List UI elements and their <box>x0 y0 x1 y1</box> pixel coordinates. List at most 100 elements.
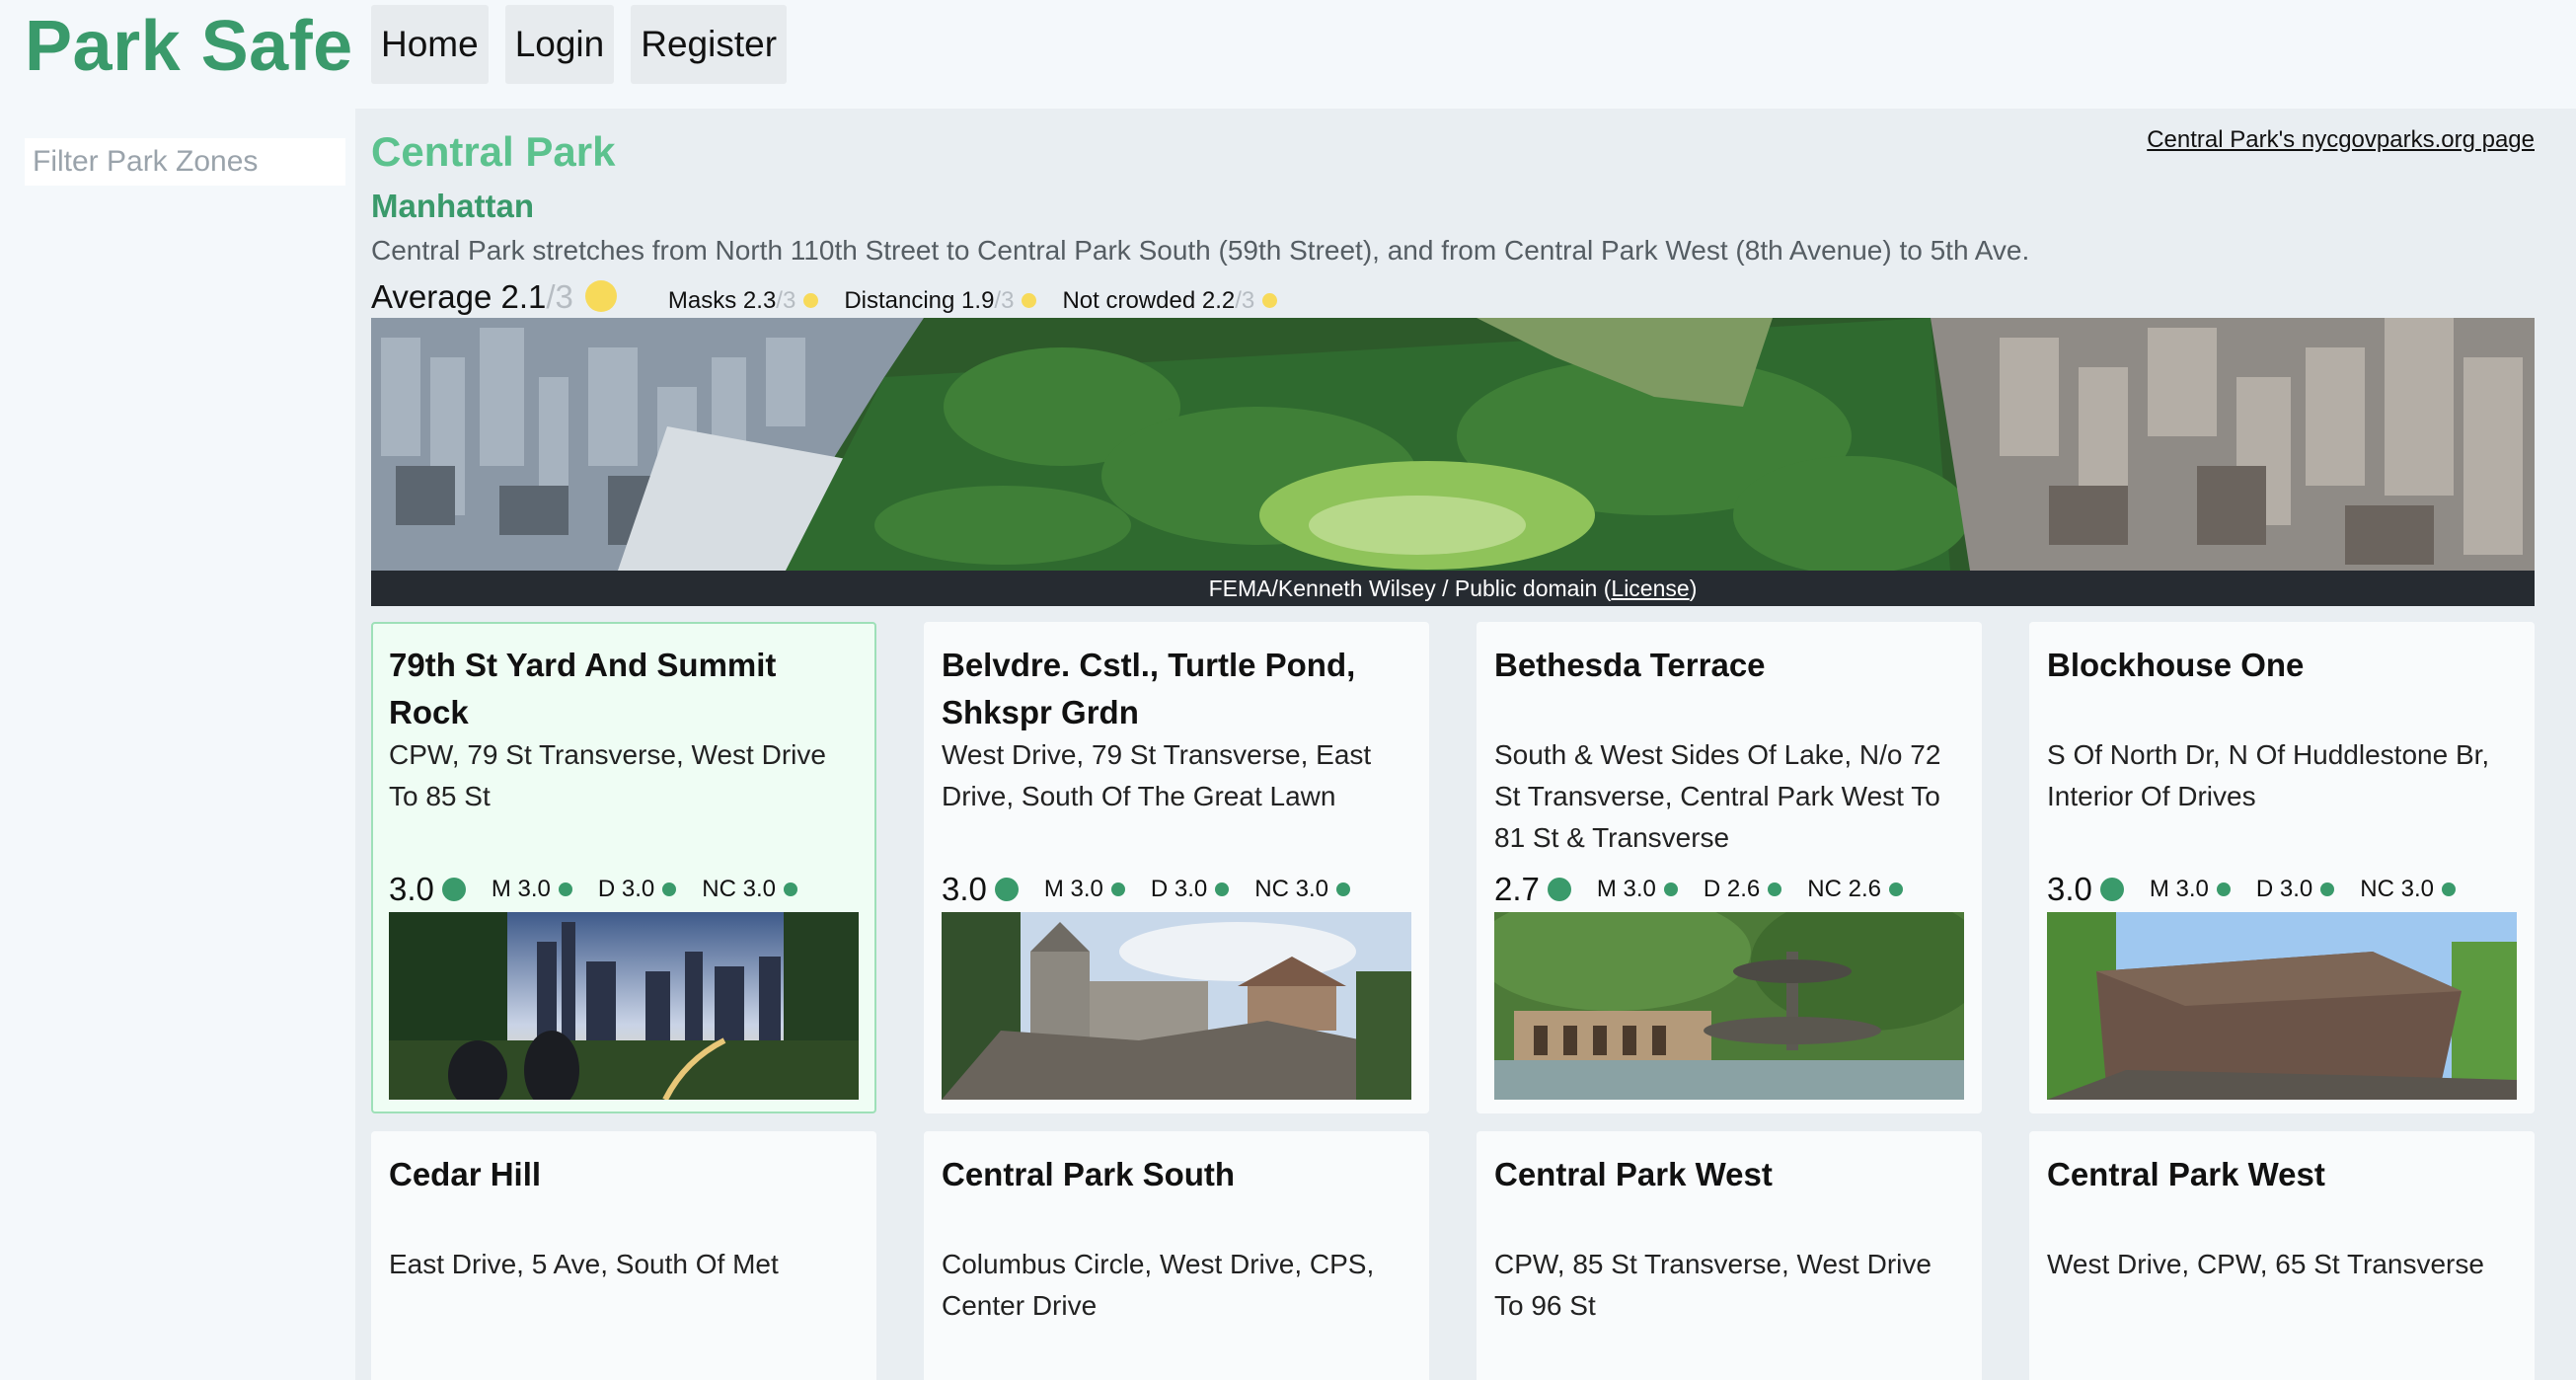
nav-register[interactable]: Register <box>631 5 788 84</box>
average-value: 2.1 <box>500 278 547 315</box>
zone-not-crowded-dot <box>783 882 797 896</box>
not-crowded-status-dot <box>1262 293 1278 308</box>
zone-not-crowded-dot <box>2441 882 2456 896</box>
zone-not-crowded-dot <box>1888 882 1903 896</box>
zone-distancing: D 2.6 <box>1703 876 1761 902</box>
zone-distancing: D 3.0 <box>597 876 655 902</box>
credit-text: FEMA/Kenneth Wilsey / Public domain ( <box>1208 575 1612 601</box>
zone-masks-dot <box>1663 882 1678 896</box>
zone-address: West Drive, 79 St Transverse, East Drive… <box>942 739 1372 811</box>
zone-distancing-dot <box>662 882 677 896</box>
park-description: Central Park stretches from North 110th … <box>371 235 2030 266</box>
zone-image <box>1494 912 1964 1100</box>
zone-card[interactable]: Belvdre. Cstl., Turtle Pond, Shkspr Grdn… <box>924 622 1429 1113</box>
not-crowded-label: Not crowded <box>1062 287 1196 314</box>
license-link[interactable]: License <box>1611 575 1689 601</box>
zone-title: Blockhouse One <box>2047 647 2305 683</box>
park-hero-image <box>371 318 2535 571</box>
masks-rating: Masks 2.3/3 <box>667 287 819 315</box>
average-max: /3 <box>546 278 573 315</box>
zone-address: Columbus Circle, West Drive, CPS, Center… <box>942 1249 1375 1321</box>
zone-score: 3.0 <box>2047 871 2092 907</box>
zone-title: 79th St Yard And Summit Rock <box>389 647 777 730</box>
park-panel: Central Park Central Park's nycgovparks.… <box>355 109 2576 1380</box>
park-title: Central Park <box>371 128 616 175</box>
zone-distancing-dot <box>1768 882 1782 896</box>
distancing-label: Distancing <box>844 287 955 314</box>
park-ratings: Average 2.1/3 Masks 2.3/3 Distancing 1.9… <box>371 276 1278 316</box>
average-status-dot <box>584 280 617 312</box>
zone-title: Cedar Hill <box>389 1156 542 1192</box>
zone-score: 2.7 <box>1494 871 1540 907</box>
zone-ratings: 2.7 M 3.0 D 2.6 NC 2.6 <box>1494 871 1903 908</box>
zone-score-dot <box>1547 878 1571 901</box>
filter-park-zones-input[interactable] <box>25 138 345 186</box>
zone-address: S Of North Dr, N Of Huddlestone Br, Inte… <box>2047 739 2490 811</box>
zone-grid: 79th St Yard And Summit Rock CPW, 79 St … <box>371 622 2535 1380</box>
zone-score-dot <box>994 878 1019 901</box>
nav-home[interactable]: Home <box>371 5 489 84</box>
not-crowded-rating: Not crowded 2.2/3 <box>1062 287 1278 315</box>
zone-title: Central Park West <box>1494 1156 1773 1192</box>
zone-ratings: 3.0 M 3.0 D 3.0 NC 3.0 <box>2047 871 2456 908</box>
zone-score: 3.0 <box>389 871 434 907</box>
zone-not-crowded: NC 2.6 <box>1807 876 1881 902</box>
zone-title: Central Park South <box>942 1156 1236 1192</box>
distancing-status-dot <box>1022 293 1037 308</box>
zone-not-crowded: NC 3.0 <box>2360 876 2434 902</box>
masks-value: 2.3 <box>742 287 777 314</box>
zone-score-dot <box>441 878 466 901</box>
zone-card[interactable]: Bethesda Terrace South & West Sides Of L… <box>1477 622 1982 1113</box>
zone-address: West Drive, CPW, 65 St Transverse <box>2047 1249 2484 1279</box>
zone-address: CPW, 85 St Transverse, West Drive To 96 … <box>1494 1249 1932 1321</box>
zone-not-crowded: NC 3.0 <box>702 876 776 902</box>
image-credit: FEMA/Kenneth Wilsey / Public domain (Lic… <box>371 571 2535 606</box>
zone-masks: M 3.0 <box>491 876 551 902</box>
not-crowded-value: 2.2 <box>1201 287 1236 314</box>
zone-image <box>2047 912 2517 1100</box>
average-rating: Average 2.1/3 <box>371 276 617 316</box>
zone-masks: M 3.0 <box>1596 876 1656 902</box>
park-borough: Manhattan <box>371 188 534 224</box>
nav-login[interactable]: Login <box>504 5 615 84</box>
main-nav: Home Login Register <box>371 5 788 84</box>
zone-card[interactable]: Central Park West CPW, 85 St Transverse,… <box>1477 1131 1982 1380</box>
zone-title: Bethesda Terrace <box>1494 647 1766 683</box>
zone-distancing: D 3.0 <box>1150 876 1208 902</box>
masks-max: /3 <box>776 287 796 314</box>
park-website-link[interactable]: Central Park's nycgovparks.org page <box>2147 126 2535 154</box>
zone-title: Central Park West <box>2047 1156 2325 1192</box>
zone-ratings: 3.0 M 3.0 D 3.0 NC 3.0 <box>389 871 797 908</box>
zone-masks: M 3.0 <box>1043 876 1103 902</box>
app-logo[interactable]: Park Safe <box>25 6 353 87</box>
zone-card[interactable]: Central Park South Columbus Circle, West… <box>924 1131 1429 1380</box>
zone-masks-dot <box>2216 882 2231 896</box>
zone-image <box>942 912 1411 1100</box>
zone-score: 3.0 <box>942 871 987 907</box>
zone-card[interactable]: Cedar Hill East Drive, 5 Ave, South Of M… <box>371 1131 876 1380</box>
zone-not-crowded: NC 3.0 <box>1254 876 1328 902</box>
zone-score-dot <box>2099 878 2124 901</box>
zone-address: CPW, 79 St Transverse, West Drive To 85 … <box>389 739 826 811</box>
credit-close: ) <box>1689 575 1698 601</box>
zone-title: Belvdre. Cstl., Turtle Pond, Shkspr Grdn <box>942 647 1356 730</box>
zone-ratings: 3.0 M 3.0 D 3.0 NC 3.0 <box>942 871 1350 908</box>
zone-card[interactable]: Blockhouse One S Of North Dr, N Of Huddl… <box>2029 622 2535 1113</box>
zone-masks: M 3.0 <box>2149 876 2209 902</box>
zone-address: East Drive, 5 Ave, South Of Met <box>389 1249 779 1279</box>
zone-card[interactable]: 79th St Yard And Summit Rock CPW, 79 St … <box>371 622 876 1113</box>
distancing-rating: Distancing 1.9/3 <box>844 287 1037 315</box>
zone-distancing-dot <box>2320 882 2335 896</box>
zone-masks-dot <box>558 882 572 896</box>
zone-image <box>389 912 859 1100</box>
zone-masks-dot <box>1110 882 1125 896</box>
masks-label: Masks <box>667 287 737 314</box>
zone-distancing: D 3.0 <box>2255 876 2313 902</box>
distancing-value: 1.9 <box>961 287 995 314</box>
zone-not-crowded-dot <box>1335 882 1350 896</box>
zone-address: South & West Sides Of Lake, N/o 72 St Tr… <box>1494 739 1941 853</box>
zone-card[interactable]: Central Park West West Drive, CPW, 65 St… <box>2029 1131 2535 1380</box>
not-crowded-max: /3 <box>1235 287 1255 314</box>
zone-distancing-dot <box>1215 882 1230 896</box>
distancing-max: /3 <box>994 287 1015 314</box>
